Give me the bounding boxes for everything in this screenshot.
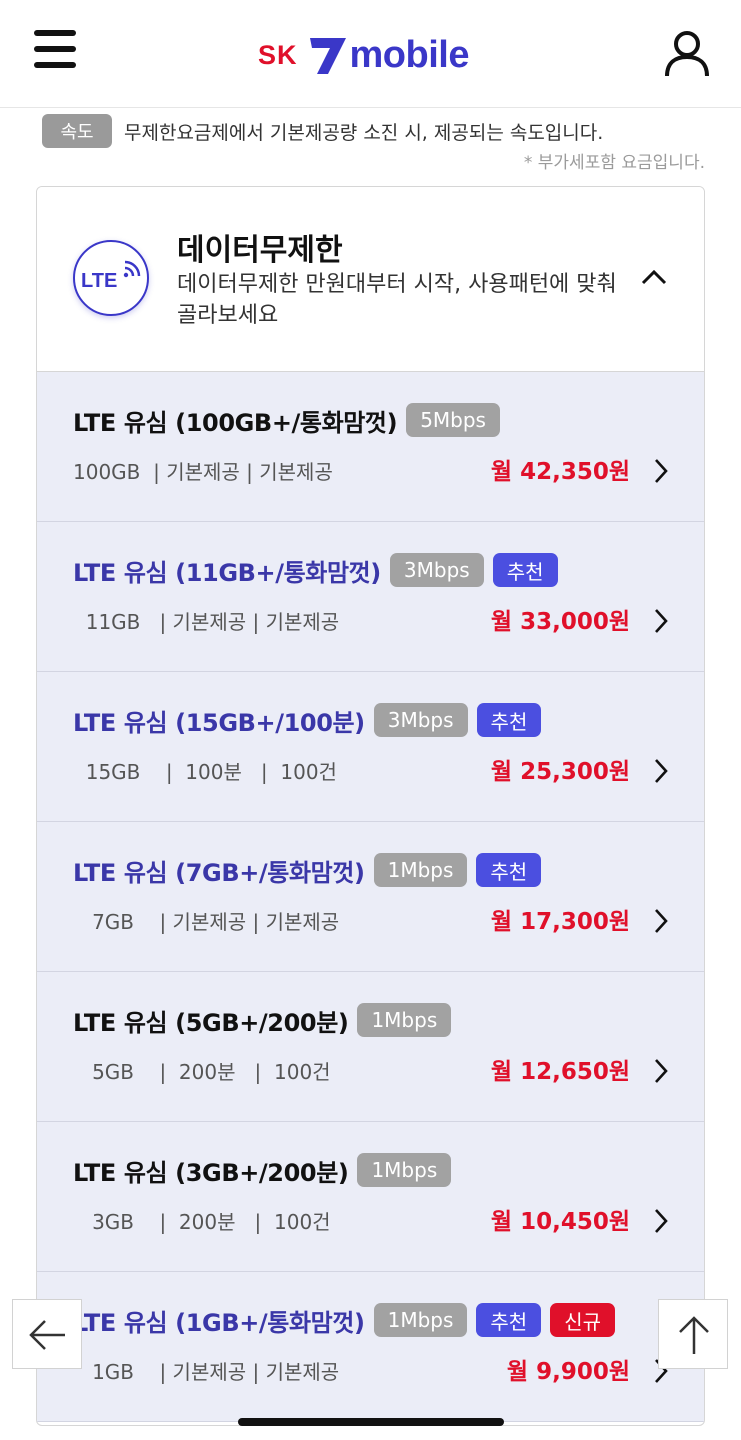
chevron-right-icon	[655, 1209, 668, 1233]
category-subtitle: 데이터무제한 만원대부터 시작, 사용패턴에 맞춰 골라보세요	[177, 272, 617, 328]
plan-spec: 100GB | 기본제공 | 기본제공	[73, 460, 333, 484]
speed-label-chip: 속도	[42, 114, 112, 148]
plan-price: 월 10,450원	[490, 1209, 630, 1235]
category-title: 데이터무제한	[177, 233, 343, 268]
plan-row[interactable]: LTE 유심 (100GB+/통화맘껏) 5Mbps 100GB | 기본제공 | …	[37, 372, 704, 522]
plan-title-row: LTE 유심 (1GB+/통화맘껏) 1Mbps 추천 신규	[73, 1302, 616, 1338]
chevron-up-icon[interactable]	[637, 265, 671, 289]
plan-spec: 7GB | 기본제공 | 기본제공	[73, 910, 340, 934]
plan-title-row: LTE 유심 (100GB+/통화맘껏) 5Mbps	[73, 402, 500, 438]
plan-row[interactable]: LTE 유심 (7GB+/통화맘껏) 1Mbps 추천 7GB | 기본제공 | 기…	[37, 822, 704, 972]
logo-sk-text: SK	[258, 39, 298, 70]
category-header[interactable]: LTE 데이터무제한 데이터무제한 만원대부터 시작, 사용패턴에 맞춰 골라보…	[37, 187, 704, 372]
plan-price: 월 17,300원	[490, 909, 630, 935]
top-header: SK mobile	[0, 0, 741, 108]
plan-title-row: LTE 유심 (7GB+/통화맘껏) 1Mbps 추천	[73, 852, 542, 888]
speed-badge: 5Mbps	[406, 403, 500, 437]
speed-badge: 1Mbps	[357, 1153, 452, 1187]
plan-title-row: LTE 유심 (3GB+/200분) 1Mbps	[73, 1152, 452, 1188]
home-indicator	[238, 1418, 504, 1426]
speed-badge: 1Mbps	[373, 1303, 468, 1337]
chevron-right-icon	[655, 759, 668, 783]
logo-seven-mark	[309, 38, 346, 74]
lte-icon: LTE	[73, 240, 149, 316]
recommend-badge: 추천	[476, 703, 542, 737]
speed-badge: 1Mbps	[357, 1003, 452, 1037]
chevron-right-icon	[655, 609, 668, 633]
plan-spec: 3GB | 200분 | 100건	[73, 1210, 331, 1234]
chevron-right-icon	[655, 909, 668, 933]
plan-name: LTE 유심 (1GB+/통화맘껏)	[73, 1308, 365, 1337]
vat-note: * 부가세포함 요금입니다.	[523, 153, 705, 173]
plan-row[interactable]: LTE 유심 (1GB+/통화맘껏) 1Mbps 추천 신규 1GB | 기본제공 |…	[37, 1272, 704, 1422]
speed-description: 무제한요금제에서 기본제공량 소진 시, 제공되는 속도입니다.	[124, 121, 604, 144]
plan-name: LTE 유심 (5GB+/200분)	[73, 1008, 349, 1037]
speed-badge: 3Mbps	[373, 703, 468, 737]
plan-row[interactable]: LTE 유심 (15GB+/100분) 3Mbps 추천 15GB | 100분 |…	[37, 672, 704, 822]
recommend-badge: 추천	[492, 553, 558, 587]
plan-price: 월 25,300원	[490, 759, 630, 785]
chevron-right-icon	[655, 459, 668, 483]
scroll-top-button[interactable]	[658, 1299, 728, 1369]
plan-spec: 1GB | 기본제공 | 기본제공	[73, 1360, 340, 1384]
plan-price: 월 9,900원	[506, 1359, 630, 1385]
plan-row[interactable]: LTE 유심 (11GB+/통화맘껏) 3Mbps 추천 11GB | 기본제공 |…	[37, 522, 704, 672]
plan-title-row: LTE 유심 (11GB+/통화맘껏) 3Mbps 추천	[73, 552, 558, 588]
recommend-badge: 추천	[476, 1303, 542, 1337]
recommend-badge: 추천	[476, 853, 542, 887]
plan-title-row: LTE 유심 (15GB+/100분) 3Mbps 추천	[73, 702, 542, 738]
speed-info-row: 속도 무제한요금제에서 기본제공량 소진 시, 제공되는 속도입니다.	[42, 114, 603, 148]
speed-badge: 3Mbps	[389, 553, 484, 587]
plan-category-panel: LTE 데이터무제한 데이터무제한 만원대부터 시작, 사용패턴에 맞춰 골라보…	[36, 186, 705, 1426]
logo-mobile-text: mobile	[349, 33, 470, 76]
plan-name: LTE 유심 (7GB+/통화맘껏)	[73, 858, 365, 887]
plan-name: LTE 유심 (11GB+/통화맘껏)	[73, 558, 381, 587]
chevron-right-icon	[655, 1059, 668, 1083]
brand-logo[interactable]: SK mobile	[258, 30, 469, 80]
arrow-up-icon	[679, 1316, 709, 1354]
new-badge: 신규	[550, 1303, 616, 1337]
svg-text:LTE: LTE	[81, 270, 117, 292]
plan-name: LTE 유심 (15GB+/100분)	[73, 708, 365, 737]
plan-name: LTE 유심 (100GB+/통화맘껏)	[73, 408, 398, 437]
hamburger-menu-icon[interactable]	[34, 30, 76, 74]
user-profile-icon[interactable]	[664, 30, 710, 78]
plan-price: 월 12,650원	[490, 1059, 630, 1085]
plan-spec: 5GB | 200분 | 100건	[73, 1060, 331, 1084]
plan-title-row: LTE 유심 (5GB+/200분) 1Mbps	[73, 1002, 452, 1038]
plan-name: LTE 유심 (3GB+/200분)	[73, 1158, 349, 1187]
plan-spec: 15GB | 100분 | 100건	[73, 760, 337, 784]
plan-price: 월 42,350원	[490, 459, 630, 485]
arrow-left-icon	[29, 1320, 65, 1350]
plan-row[interactable]: LTE 유심 (5GB+/200분) 1Mbps 5GB | 200분 | 100…	[37, 972, 704, 1122]
plan-spec: 11GB | 기본제공 | 기본제공	[73, 610, 340, 634]
plan-row[interactable]: LTE 유심 (3GB+/200분) 1Mbps 3GB | 200분 | 100…	[37, 1122, 704, 1272]
plan-price: 월 33,000원	[490, 609, 630, 635]
speed-badge: 1Mbps	[373, 853, 468, 887]
back-button[interactable]	[12, 1299, 82, 1369]
